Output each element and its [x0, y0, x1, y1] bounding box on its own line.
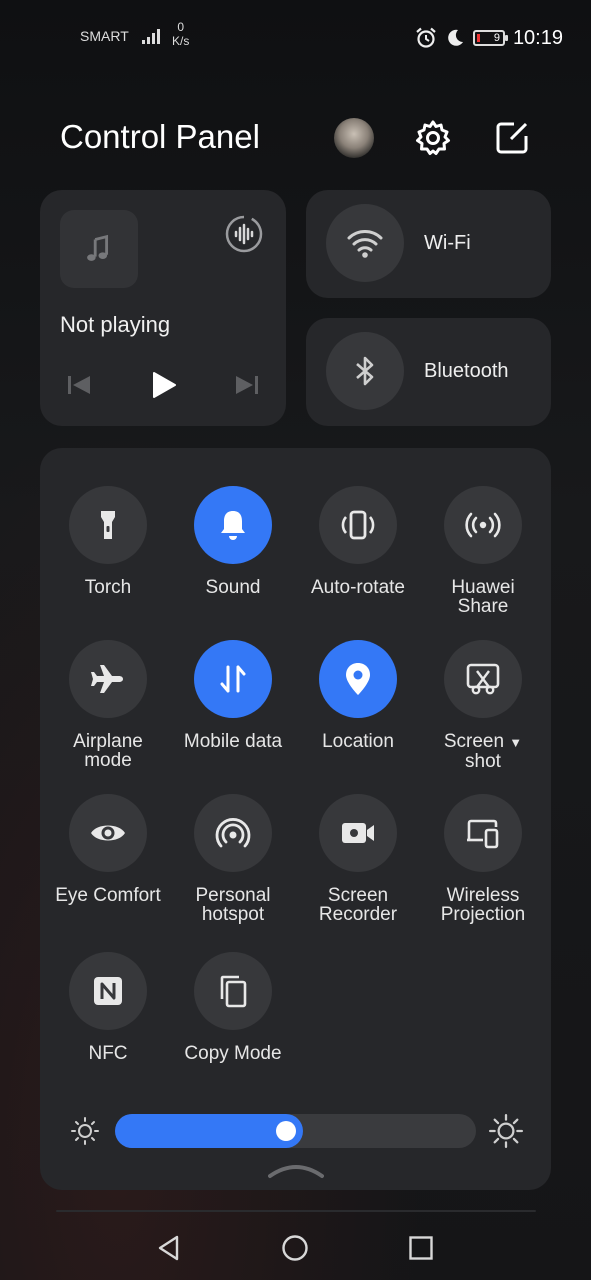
toggle-nfc[interactable]: NFC [46, 952, 170, 1063]
moon-icon [448, 29, 463, 46]
signal-icon [142, 29, 160, 44]
recents-icon[interactable] [407, 1234, 435, 1262]
nfc-icon [94, 977, 122, 1005]
alarm-icon [416, 27, 436, 48]
audio-output-icon[interactable] [224, 214, 264, 254]
navigation-bar [0, 1210, 591, 1280]
screen-recorder-icon [342, 823, 374, 843]
huawei-share-icon [465, 512, 501, 538]
brightness-low-icon [71, 1117, 99, 1145]
previous-icon[interactable] [64, 370, 94, 400]
airplane-icon [91, 665, 123, 693]
toggle-airplane-mode[interactable]: Airplane mode [46, 640, 170, 770]
play-icon[interactable] [148, 370, 178, 400]
toggle-huawei-share[interactable]: Huawei Share [421, 486, 545, 616]
eye-icon [91, 825, 125, 841]
toggle-personal-hotspot[interactable]: Personal hotspot [171, 794, 295, 924]
brightness-fill [115, 1114, 303, 1148]
bluetooth-label: Bluetooth [424, 360, 509, 382]
album-art [60, 210, 138, 288]
back-icon[interactable] [155, 1234, 183, 1262]
edit-icon[interactable] [492, 118, 532, 158]
mobile-data-icon [220, 665, 246, 693]
status-bar: SMART 0 K/s 9 10:19 [0, 0, 591, 72]
chevron-down-icon[interactable]: ▼ [509, 735, 522, 750]
location-icon [346, 663, 370, 695]
wireless-projection-icon [467, 819, 499, 849]
wifi-icon [347, 230, 383, 258]
bluetooth-toggle[interactable] [326, 332, 404, 410]
network-speed: 0 K/s [172, 20, 190, 48]
toggle-sound[interactable]: Sound [171, 486, 295, 597]
wifi-toggle[interactable] [326, 204, 404, 282]
toggle-eye-comfort[interactable]: Eye Comfort [46, 794, 170, 905]
toggle-mobile-data[interactable]: Mobile data [171, 640, 295, 751]
bluetooth-tile[interactable]: Bluetooth [306, 318, 551, 426]
toggle-auto-rotate[interactable]: Auto-rotate [296, 486, 420, 597]
carrier-label: SMART [80, 28, 129, 44]
hotspot-icon [215, 818, 251, 848]
toggle-wireless-projection[interactable]: Wireless Projection [421, 794, 545, 924]
home-icon[interactable] [281, 1234, 309, 1262]
auto-rotate-icon [341, 510, 375, 540]
clock: 10:19 [512, 26, 563, 49]
wifi-label: Wi-Fi [424, 232, 471, 254]
media-status: Not playing [60, 312, 171, 337]
toggle-copy-mode[interactable]: Copy Mode [171, 952, 295, 1063]
brightness-slider[interactable] [115, 1114, 476, 1148]
copy-icon [220, 975, 247, 1008]
brightness-high-icon [489, 1114, 523, 1148]
torch-icon [101, 511, 115, 539]
media-card[interactable]: Not playing [40, 190, 286, 426]
battery-icon: 9 [472, 30, 508, 46]
next-icon[interactable] [232, 370, 262, 400]
bell-icon [221, 511, 245, 540]
wifi-tile[interactable]: Wi-Fi [306, 190, 551, 298]
expand-handle-icon[interactable] [268, 1160, 324, 1180]
screenshot-icon [466, 663, 500, 695]
brightness-thumb[interactable] [276, 1121, 296, 1141]
toggles-panel: Torch Sound Auto-rotate Huawei Share Air… [40, 448, 551, 1190]
toggle-screen-recorder[interactable]: Screen Recorder [296, 794, 420, 924]
page-title: Control Panel [60, 118, 260, 155]
avatar[interactable] [334, 118, 374, 158]
music-note-icon [87, 234, 109, 261]
bluetooth-icon [356, 356, 374, 386]
toggle-torch[interactable]: Torch [46, 486, 170, 597]
settings-icon[interactable] [413, 118, 453, 158]
toggle-screenshot[interactable]: Screen ▼ shot [421, 640, 545, 771]
toggle-location[interactable]: Location [296, 640, 420, 751]
